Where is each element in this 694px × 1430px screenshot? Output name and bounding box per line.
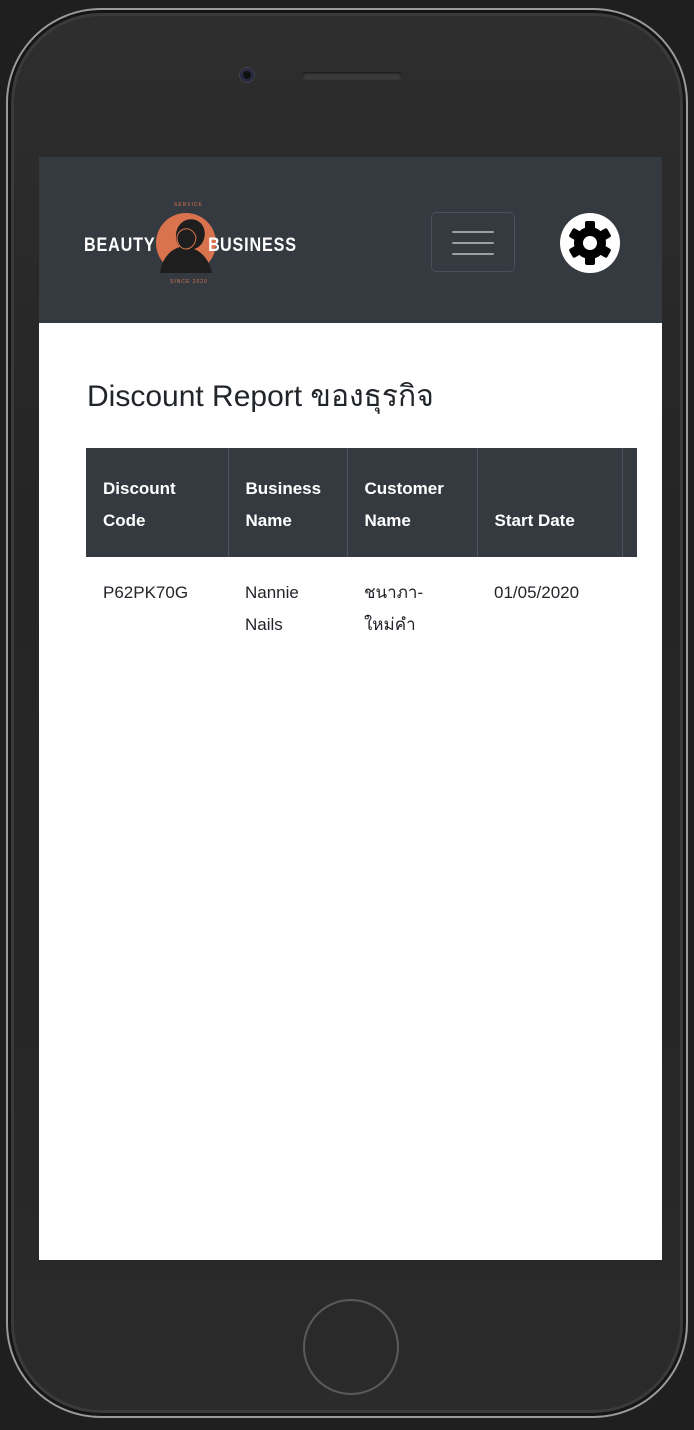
logo-tagline-top: SERVICE <box>174 202 203 208</box>
cell-start-date: 01/05/2020 <box>494 583 580 602</box>
column-header-discount-code: Discount Code <box>86 448 229 557</box>
hamburger-icon <box>452 231 494 233</box>
column-header-start-date: Start Date <box>477 448 623 557</box>
cell-overflow <box>622 557 637 651</box>
column-header-overflow <box>622 448 637 557</box>
logo-initial: B <box>208 234 221 256</box>
logo-tagline-bottom: SINCE 2020 <box>170 279 208 285</box>
column-header-customer-name: Customer Name <box>347 448 478 557</box>
brand-logo[interactable]: SERVICE BEAUTY B USINESS SINCE 2020 <box>84 197 324 291</box>
page-title: Discount Report ของธุรกิจ <box>87 380 434 413</box>
table-header-row: Discount Code Business Name Customer Nam… <box>86 448 637 557</box>
table-row: P62PK70G Nannie Nails ชนาภา- ใหม่คำ 01/0… <box>86 557 637 651</box>
logo-text-left: BEAUTY <box>84 234 155 256</box>
cell-discount-code: P62PK70G <box>103 583 189 602</box>
phone-screen: SERVICE BEAUTY B USINESS SINCE 2020 Disc… <box>39 157 662 1260</box>
earpiece-speaker <box>302 72 402 80</box>
phone-frame: SERVICE BEAUTY B USINESS SINCE 2020 Disc… <box>6 8 688 1418</box>
discount-report-table: Discount Code Business Name Customer Nam… <box>86 448 637 651</box>
front-camera <box>240 68 254 82</box>
gear-icon[interactable] <box>559 212 621 274</box>
cell-business-name: Nannie Nails <box>245 583 299 634</box>
home-button[interactable] <box>303 1299 399 1395</box>
column-header-business-name: Business Name <box>228 448 348 557</box>
cell-customer-name: ชนาภา- ใหม่คำ <box>364 583 424 634</box>
navbar: SERVICE BEAUTY B USINESS SINCE 2020 <box>39 157 662 323</box>
navbar-toggle-button[interactable] <box>431 212 515 272</box>
logo-text-right: USINESS <box>220 234 297 256</box>
